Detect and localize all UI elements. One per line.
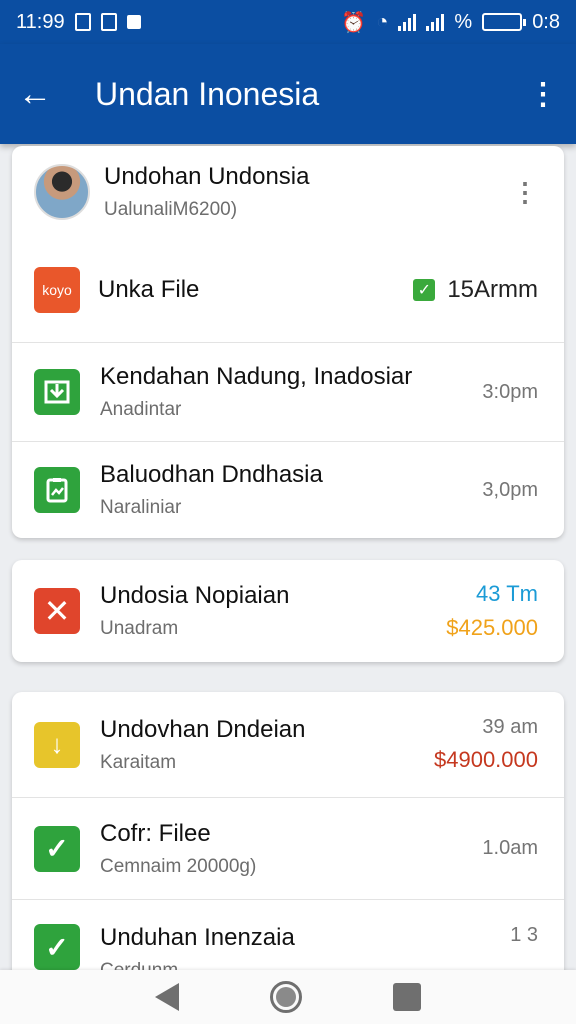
- list-item[interactable]: ✕ Undosia Nopiaian Unadram 43 Tm $425.00…: [12, 560, 564, 662]
- download-tray-icon: [34, 369, 80, 415]
- nav-home-icon[interactable]: [269, 981, 302, 1013]
- profile-name: Undohan Undonsia: [104, 163, 310, 190]
- nav-back-icon[interactable]: [155, 983, 180, 1011]
- profile-row[interactable]: Undohan Undonsia UalunaliM6200) ⋮: [12, 146, 564, 238]
- check-icon: ✓: [34, 825, 80, 872]
- card-downloads: Undohan Undonsia UalunaliM6200) ⋮ koyo U…: [12, 146, 564, 538]
- notification-icon: [126, 15, 141, 29]
- clipboard-chart-icon: [34, 467, 80, 513]
- battery-icon: [482, 13, 527, 31]
- item-price: $425.000: [446, 615, 538, 640]
- signal-icon: [398, 13, 417, 31]
- nav-recent-icon[interactable]: [392, 983, 421, 1011]
- item-title: Undosia Nopiaian: [100, 582, 290, 609]
- close-icon: ✕: [34, 588, 80, 634]
- list-item[interactable]: Baluodhan Dndhasia Naraliniar 3,0pm: [12, 441, 564, 538]
- notification-icon: [100, 13, 117, 31]
- check-icon: ✓: [34, 924, 80, 970]
- list-item[interactable]: ✓ Cofr: Filee Cemnaim 20000g) 1.0am: [12, 797, 564, 899]
- item-title: Baluodhan Dndhasia: [100, 461, 323, 488]
- item-subtitle: Cemnaim 20000g): [100, 855, 257, 877]
- page-title: Undan Inonesia: [95, 75, 320, 112]
- app-bar: ← Undan Inonesia ⋮: [0, 44, 576, 144]
- item-time: 39 am: [482, 716, 538, 738]
- wifi-icon: ◔: [376, 10, 389, 33]
- arrow-left-icon[interactable]: ←: [18, 75, 68, 114]
- status-time: 11:99: [16, 10, 65, 33]
- more-vert-icon[interactable]: ⋮: [512, 179, 538, 205]
- sim-icon: [74, 13, 91, 31]
- file-title: Unka File: [98, 276, 200, 303]
- item-time: 3:0pm: [482, 380, 538, 403]
- item-title: Undovhan Dndeian: [100, 715, 306, 743]
- storage-size: ✓ 15Armm: [413, 276, 538, 304]
- file-row[interactable]: koyo Unka File ✓ 15Armm: [12, 238, 564, 342]
- avatar: [34, 164, 90, 220]
- item-time: 1 3: [510, 924, 538, 946]
- item-time: 43 Tm: [476, 581, 538, 606]
- app-logo-icon: koyo: [34, 267, 80, 313]
- item-title: Kendahan Nadung, Inadosiar: [100, 363, 413, 390]
- battery-percent: %: [454, 10, 473, 33]
- check-icon: ✓: [413, 279, 436, 301]
- status-clock: 0:8: [532, 10, 560, 33]
- item-title: Unduhan Inenzaia: [100, 924, 295, 951]
- profile-subtitle: UalunaliM6200): [104, 199, 238, 220]
- signal-icon: [426, 13, 445, 31]
- item-subtitle: Naraliniar: [100, 497, 182, 518]
- alarm-icon: ⏰: [341, 11, 367, 34]
- arrow-down-icon: ↓: [34, 721, 80, 768]
- item-title: Cofr: Filee: [100, 819, 211, 847]
- card-single: ✕ Undosia Nopiaian Unadram 43 Tm $425.00…: [12, 560, 564, 662]
- item-subtitle: Anadintar: [100, 399, 182, 420]
- list-item[interactable]: Kendahan Nadung, Inadosiar Anadintar 3:0…: [12, 342, 564, 441]
- item-price: $4900.000: [434, 747, 538, 772]
- item-subtitle: Unadram: [100, 618, 179, 639]
- list-item[interactable]: ↓ Undovhan Dndeian Karaitam 39 am $4900.…: [12, 692, 564, 797]
- more-vert-icon[interactable]: ⋮: [528, 77, 558, 112]
- item-time: 3,0pm: [482, 478, 538, 501]
- card-list: ↓ Undovhan Dndeian Karaitam 39 am $4900.…: [12, 692, 564, 992]
- item-time: 1.0am: [482, 837, 538, 859]
- system-nav-bar: [0, 970, 576, 1024]
- item-subtitle: Karaitam: [100, 751, 177, 773]
- status-bar: 11:99 ⏰ ◔ % 0:8: [0, 0, 576, 44]
